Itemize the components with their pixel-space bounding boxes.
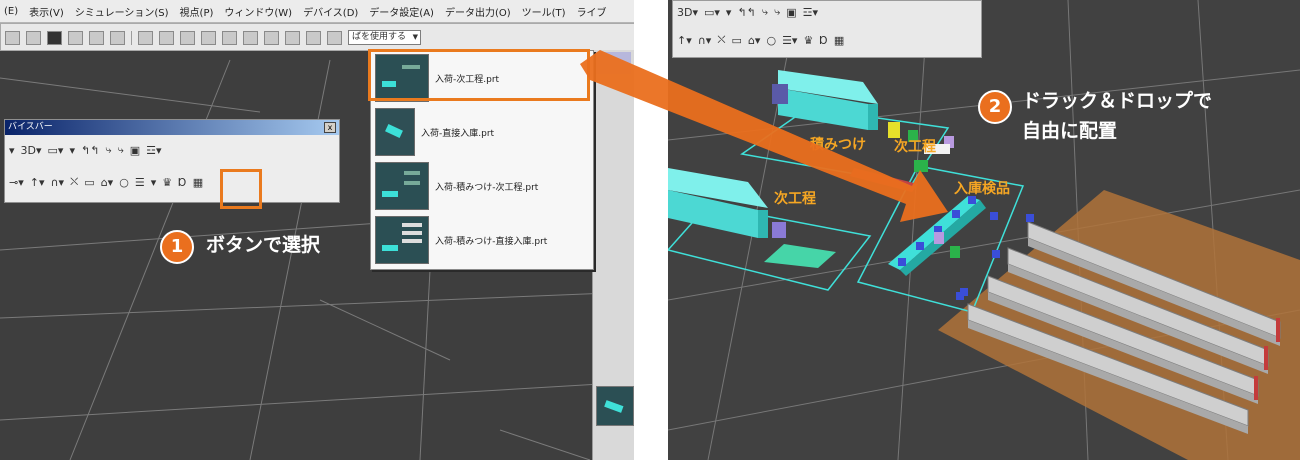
- drag-arrow-icon: [580, 50, 948, 222]
- drag-arrow: [580, 50, 948, 222]
